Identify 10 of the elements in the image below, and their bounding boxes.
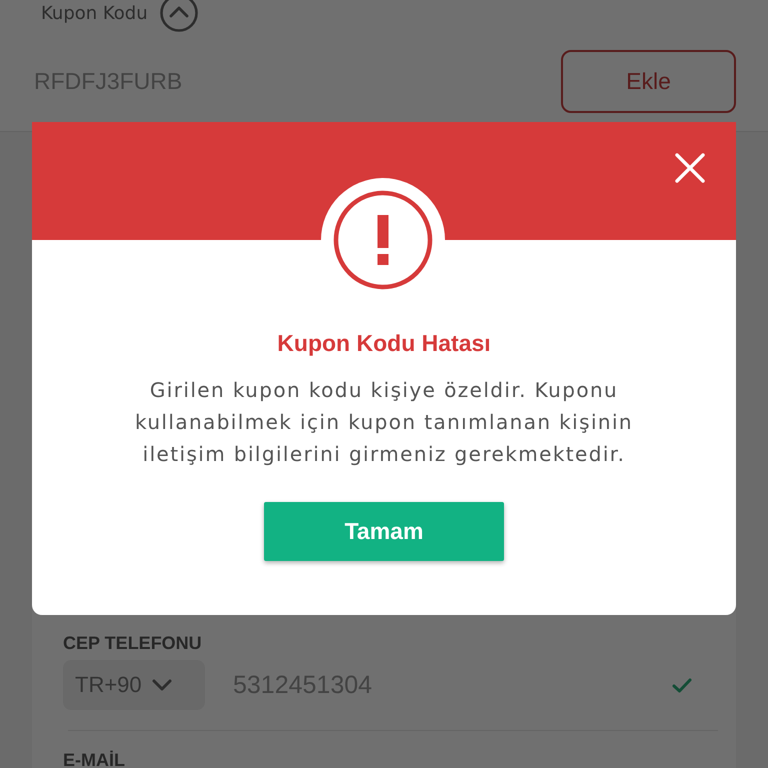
close-icon[interactable] xyxy=(675,153,705,183)
add-button[interactable]: Ekle xyxy=(561,50,736,113)
coupon-label: Kupon Kodu xyxy=(41,2,148,24)
ok-button[interactable]: Tamam xyxy=(264,502,504,561)
dialog-message: Girilen kupon kodu kişiye özeldir. Kuponu kullanabilmek için kupon tanımlanan kişinin iletişim bilgilerini girmeniz gerekmektedir. xyxy=(134,377,634,468)
caret-icon xyxy=(152,679,172,691)
dialog-title: Kupon Kodu Hatası xyxy=(277,329,491,358)
phone-label: CEP TELEFONU xyxy=(63,632,202,654)
email-label: E-MAİL xyxy=(63,749,125,768)
collapse-toggle-icon[interactable] xyxy=(160,0,198,32)
